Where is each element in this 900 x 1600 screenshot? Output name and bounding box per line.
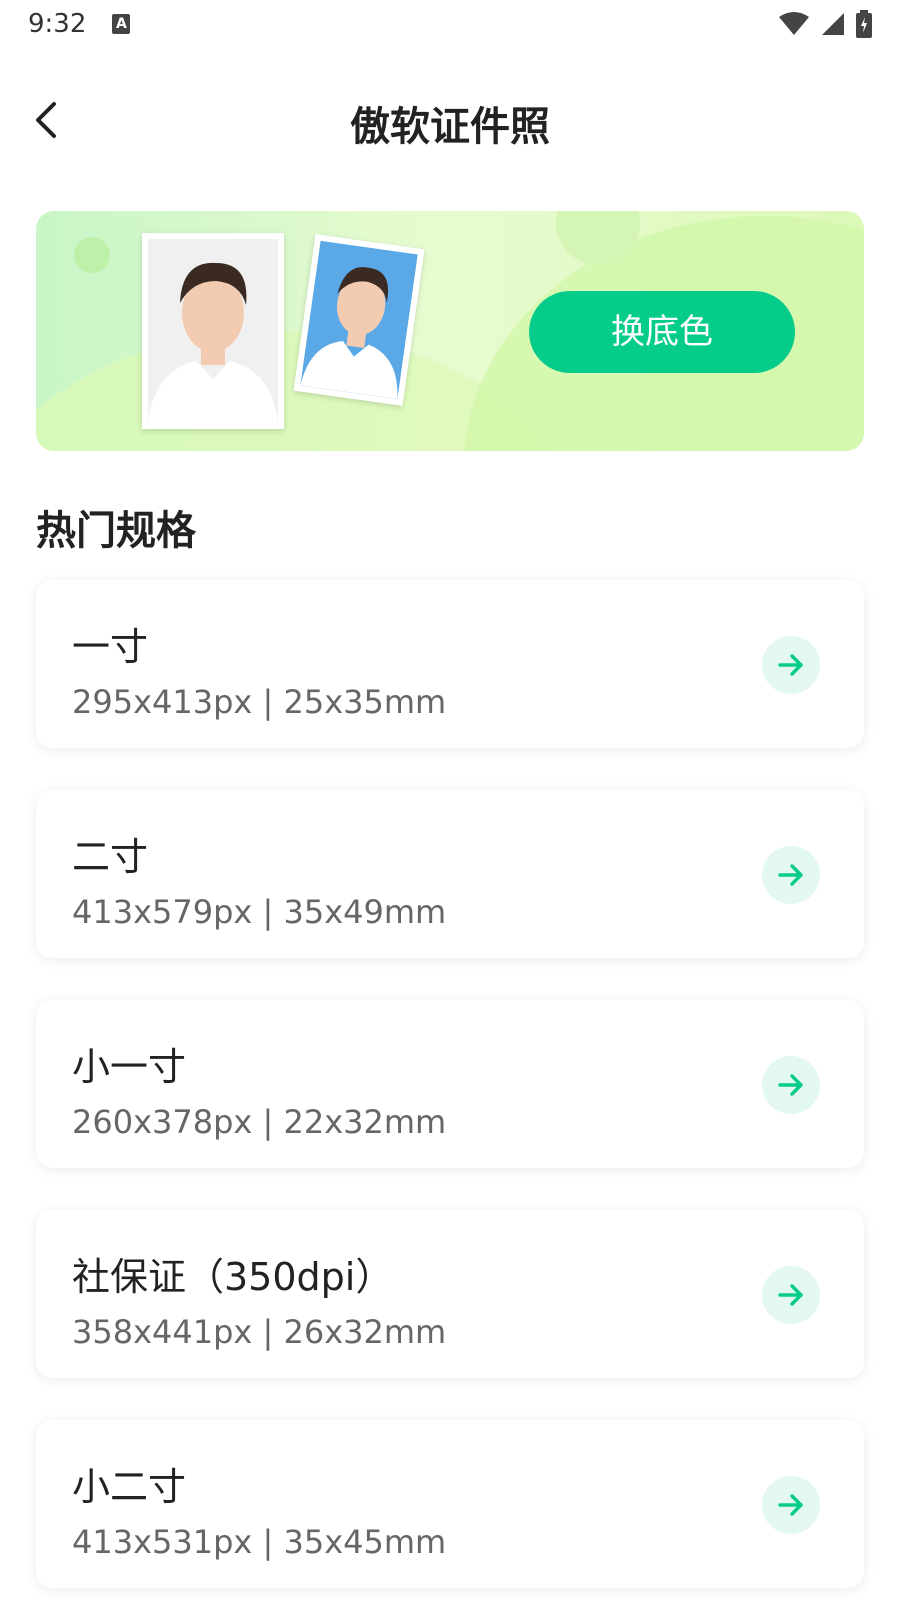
portrait-icon <box>300 267 398 400</box>
spec-card-1-inch[interactable]: 一寸 295x413px | 25x35mm <box>36 580 864 748</box>
arrow-right-icon[interactable] <box>762 1476 820 1534</box>
status-right <box>778 10 872 38</box>
status-left: 9:32 A <box>28 9 131 39</box>
spec-card-small-2-inch[interactable]: 小二寸 413x531px | 35x45mm <box>36 1420 864 1588</box>
status-bar: 9:32 A <box>0 0 900 48</box>
spec-size: 260x378px | 22x32mm <box>72 1103 447 1141</box>
spec-name: 小二寸 <box>72 1465 187 1509</box>
arrow-right-icon[interactable] <box>762 1266 820 1324</box>
battery-charging-icon <box>856 10 872 38</box>
arrow-right-icon[interactable] <box>762 1056 820 1114</box>
section-title: 热门规格 <box>36 508 196 554</box>
change-background-button[interactable]: 换底色 <box>529 291 795 373</box>
spec-name: 小一寸 <box>72 1045 187 1089</box>
spec-name: 二寸 <box>72 835 149 879</box>
spec-size: 413x531px | 35x45mm <box>72 1523 447 1561</box>
notification-a-icon: A <box>112 14 131 34</box>
spec-size: 295x413px | 25x35mm <box>72 683 447 721</box>
app-header: 傲软证件照 <box>0 70 900 170</box>
arrow-right-icon[interactable] <box>762 846 820 904</box>
spec-size: 358x441px | 26x32mm <box>72 1313 447 1351</box>
portrait-icon <box>148 262 278 423</box>
wifi-icon <box>779 12 809 35</box>
status-time: 9:32 <box>28 9 87 39</box>
signal-icon <box>822 13 844 35</box>
id-photo-blue-sample <box>293 234 425 406</box>
spec-size: 413x579px | 35x49mm <box>72 893 447 931</box>
banner-bubble <box>74 237 110 273</box>
spec-card-2-inch[interactable]: 二寸 413x579px | 35x49mm <box>36 790 864 958</box>
spec-name: 社保证（350dpi） <box>72 1255 394 1299</box>
spec-name: 一寸 <box>72 625 149 669</box>
page-title: 傲软证件照 <box>350 104 550 150</box>
promo-banner: 换底色 <box>36 211 864 451</box>
arrow-right-icon[interactable] <box>762 636 820 694</box>
spec-card-social-security[interactable]: 社保证（350dpi） 358x441px | 26x32mm <box>36 1210 864 1378</box>
id-photo-white-sample <box>142 233 284 429</box>
spec-card-small-1-inch[interactable]: 小一寸 260x378px | 22x32mm <box>36 1000 864 1168</box>
